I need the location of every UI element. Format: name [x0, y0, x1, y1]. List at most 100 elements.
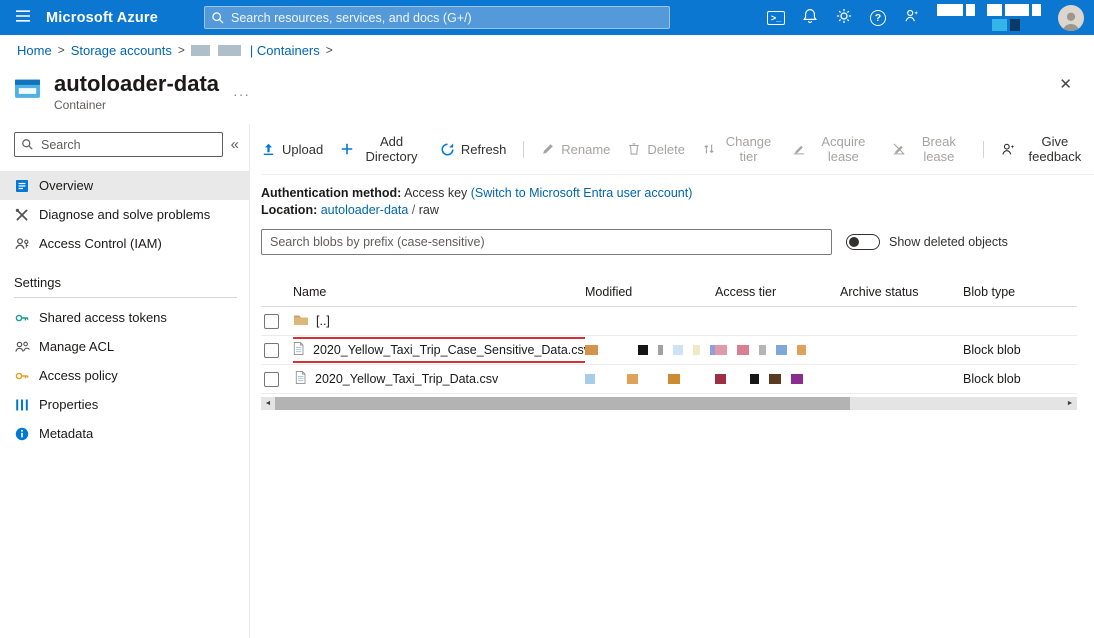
row-checkbox[interactable] [264, 314, 279, 329]
scrollbar-track[interactable] [275, 397, 1063, 410]
sidebar-item-label: Access policy [39, 368, 118, 383]
avatar[interactable] [1058, 5, 1084, 31]
help-button[interactable]: ? [861, 0, 895, 35]
add-directory-button[interactable]: Add Directory [340, 134, 423, 164]
blob-list-header: Name Modified Access tier Archive status… [261, 277, 1077, 307]
refresh-icon [440, 142, 455, 157]
rename-icon [541, 142, 555, 156]
feedback-icon [904, 8, 920, 27]
sidebar-item-manage-acl[interactable]: Manage ACL [0, 332, 249, 361]
azure-topbar: Microsoft Azure >_ ? [0, 0, 1094, 35]
breadcrumb-containers[interactable]: | Containers [250, 43, 320, 58]
blob-prefix-search-input[interactable] [261, 229, 832, 255]
blob-link[interactable]: 2020_Yellow_Taxi_Trip_Case_Sensitive_Dat… [313, 343, 585, 357]
upload-icon [261, 142, 276, 157]
sidebar-item-label: Access Control (IAM) [39, 236, 162, 251]
scroll-right-arrow[interactable]: ► [1063, 397, 1077, 410]
properties-icon [14, 397, 30, 413]
sidebar-item-properties[interactable]: Properties [0, 390, 249, 419]
refresh-button[interactable]: Refresh [440, 142, 507, 157]
toolbar-separator [523, 141, 524, 158]
breadcrumb-separator: > [326, 43, 333, 57]
switch-auth-link[interactable]: (Switch to Microsoft Entra user account) [471, 186, 693, 200]
container-info: Authentication method: Access key (Switc… [261, 175, 1094, 219]
sidebar-item-overview[interactable]: Overview [0, 171, 249, 200]
gear-icon [836, 8, 852, 27]
help-icon: ? [870, 10, 886, 26]
sidebar-item-access-policy[interactable]: Access policy [0, 361, 249, 390]
sidebar-item-metadata[interactable]: Metadata [0, 419, 249, 448]
redacted-modified-value [585, 345, 715, 355]
delete-button[interactable]: Delete [627, 142, 685, 157]
more-actions-button[interactable]: ··· [233, 75, 250, 112]
menu-search-input[interactable] [14, 132, 223, 157]
breadcrumb-separator: > [58, 43, 65, 57]
row-checkbox[interactable] [264, 372, 279, 387]
access-policy-icon [14, 368, 30, 384]
menu-search [14, 132, 223, 157]
horizontal-scrollbar[interactable]: ◄ ► [261, 397, 1077, 410]
topbar-actions: >_ ? [759, 0, 1094, 35]
table-row-blob: 2020_Yellow_Taxi_Trip_Case_Sensitive_Dat… [261, 336, 1077, 365]
breadcrumb-home[interactable]: Home [17, 43, 52, 58]
sidebar-item-label: Metadata [39, 426, 93, 441]
blob-type-value: Block blob [963, 343, 1077, 357]
location-separator: / [412, 203, 415, 217]
feedback-button[interactable] [895, 0, 929, 35]
breadcrumb-storage-accounts[interactable]: Storage accounts [71, 43, 172, 58]
settings-button[interactable] [827, 0, 861, 35]
change-tier-button[interactable]: Change tier [702, 134, 775, 164]
rename-button[interactable]: Rename [541, 142, 610, 157]
manage-acl-icon [14, 339, 30, 355]
notifications-button[interactable] [793, 0, 827, 35]
location-container-link[interactable]: autoloader-data [321, 203, 409, 217]
blob-filter-row: Show deleted objects [261, 219, 1094, 255]
upload-button[interactable]: Upload [261, 142, 323, 157]
authentication-method-line: Authentication method: Access key (Switc… [261, 185, 1094, 202]
close-blade-button[interactable]: ✕ [1059, 75, 1072, 93]
sidebar-item-label: Overview [39, 178, 93, 193]
trash-icon [627, 142, 641, 156]
scrollbar-thumb[interactable] [275, 397, 850, 410]
sidebar-item-shared-access-tokens[interactable]: Shared access tokens [0, 303, 249, 332]
sidebar-section-settings: Settings [14, 275, 249, 290]
sidebar-item-diagnose[interactable]: Diagnose and solve problems [0, 200, 249, 229]
break-lease-button[interactable]: Break lease [892, 134, 966, 164]
blob-list: Name Modified Access tier Archive status… [261, 277, 1077, 394]
acquire-lease-button[interactable]: Acquire lease [792, 134, 875, 164]
scroll-left-arrow[interactable]: ◄ [261, 397, 275, 410]
blob-type-value: Block blob [963, 372, 1077, 386]
page-subtitle: Container [54, 98, 219, 112]
cloud-shell-button[interactable]: >_ [759, 0, 793, 35]
portal-menu-button[interactable] [0, 0, 46, 35]
break-lease-icon [892, 142, 906, 156]
redacted-access-tier-value [715, 345, 840, 355]
sidebar-item-label: Properties [39, 397, 98, 412]
column-header-archive-status: Archive status [840, 285, 963, 299]
give-feedback-button[interactable]: Give feedback [1001, 134, 1088, 164]
overview-icon [14, 178, 30, 194]
table-row-blob: 2020_Yellow_Taxi_Trip_Data.csv Block blo… [261, 365, 1077, 394]
global-search-input[interactable] [204, 6, 670, 29]
collapse-menu-button[interactable]: « [231, 136, 239, 153]
parent-directory-link[interactable]: [..] [316, 314, 330, 328]
diagnose-icon [14, 207, 30, 223]
file-icon [293, 341, 306, 359]
redacted-account-info [937, 4, 1044, 31]
folder-icon [293, 312, 309, 331]
redacted-modified-value [585, 374, 715, 384]
command-bar: Upload Add Directory Refresh Rename Dele… [261, 124, 1094, 175]
show-deleted-toggle[interactable] [846, 234, 880, 250]
resource-menu: « Overview Diagnose and solve problems A… [0, 124, 250, 638]
blob-link[interactable]: 2020_Yellow_Taxi_Trip_Data.csv [315, 372, 498, 386]
global-search [204, 6, 670, 29]
sidebar-item-label: Shared access tokens [39, 310, 167, 325]
plus-icon [340, 142, 354, 156]
sidebar-item-access-control-iam[interactable]: Access Control (IAM) [0, 229, 249, 258]
app-title[interactable]: Microsoft Azure [46, 10, 204, 26]
container-blade: Upload Add Directory Refresh Rename Dele… [250, 124, 1094, 638]
row-checkbox[interactable] [264, 343, 279, 358]
file-icon [293, 370, 308, 388]
divider [14, 297, 237, 298]
acquire-lease-icon [792, 142, 806, 156]
